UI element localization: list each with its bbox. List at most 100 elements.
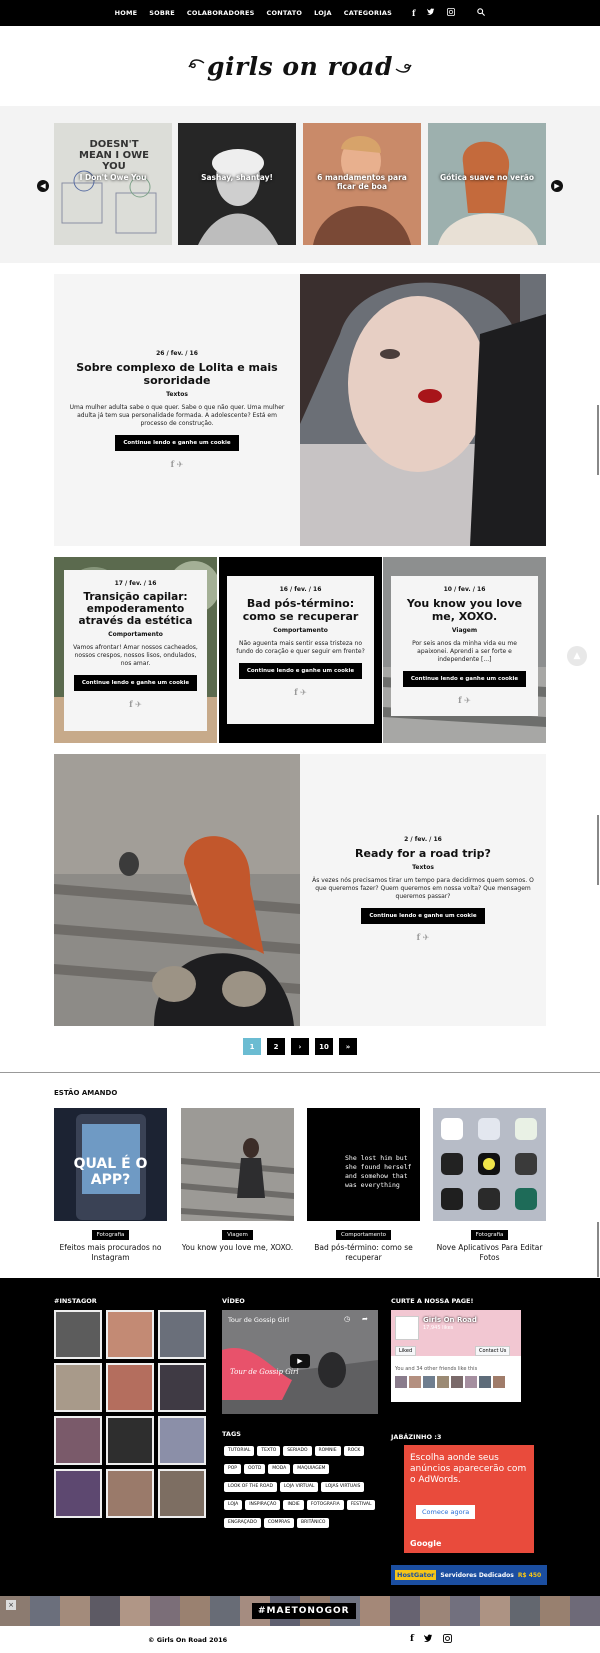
popular-item-4-title[interactable]: Nove Aplicativos Para Editar Fotos: [433, 1243, 546, 1263]
twitter-icon[interactable]: ✈: [464, 696, 471, 705]
post-1-category[interactable]: Textos: [66, 391, 288, 398]
tag-link[interactable]: LOJA: [224, 1500, 243, 1510]
post-3-title[interactable]: Bad pós-término: como se recuperar: [233, 597, 368, 623]
tag-link[interactable]: BRITÂNICO: [297, 1518, 330, 1528]
scrollbar-thumb[interactable]: [597, 405, 599, 475]
tag-link[interactable]: INDIE: [283, 1500, 304, 1510]
tag-link[interactable]: FESTIVAL: [346, 1500, 376, 1510]
tag-link[interactable]: LOOK OF THE ROAD: [224, 1482, 277, 1492]
post-4-category[interactable]: Viagem: [397, 627, 532, 634]
slide-3[interactable]: 6 mandamentos para ficar de boa: [303, 123, 421, 245]
popular-item-3-title[interactable]: Bad pós-término: como se recuperar: [307, 1243, 420, 1263]
tag-link[interactable]: ROMNIE: [314, 1446, 341, 1456]
popular-item-4-tag[interactable]: Fotografia: [470, 1230, 509, 1240]
slide-1[interactable]: DOESN'T MEAN I OWE YOU I Don't Owe You: [54, 123, 172, 245]
tag-link[interactable]: TEXTO: [257, 1446, 281, 1456]
nav-colaboradores[interactable]: COLABORADORES: [187, 9, 255, 17]
popular-item-3[interactable]: She lost him but she found herself and s…: [307, 1108, 420, 1263]
tag-link[interactable]: ROCK: [343, 1446, 365, 1456]
tag-link[interactable]: INSPIRAÇÃO: [245, 1500, 281, 1510]
facebook-icon[interactable]: f: [171, 459, 174, 469]
facebook-icon[interactable]: f: [410, 1634, 414, 1646]
slider-next-button[interactable]: ▶: [551, 180, 563, 192]
play-icon[interactable]: ▶: [290, 1354, 310, 1368]
popular-item-2-tag[interactable]: Viagem: [222, 1230, 253, 1240]
post-3-category[interactable]: Comportamento: [233, 627, 368, 634]
facebook-icon[interactable]: f: [458, 695, 461, 705]
instagram-icon[interactable]: [442, 1634, 452, 1646]
twitter-icon[interactable]: ✈: [300, 688, 307, 697]
post-2-read-more-button[interactable]: Continue lendo e ganhe um cookie: [73, 675, 198, 691]
ad-cta-button[interactable]: Comece agora: [416, 1505, 476, 1519]
last-page-button[interactable]: »: [339, 1038, 357, 1055]
post-1-read-more-button[interactable]: Continue lendo e ganhe um cookie: [115, 435, 239, 451]
facebook-contact-button[interactable]: Contact Us: [475, 1346, 511, 1356]
search-icon[interactable]: [477, 8, 486, 18]
post-4-read-more-button[interactable]: Continue lendo e ganhe um cookie: [402, 671, 527, 687]
tag-link[interactable]: COMPRAS: [263, 1518, 295, 1528]
nav-sobre[interactable]: SOBRE: [149, 9, 175, 17]
tag-link[interactable]: FOTOGRAFIA: [306, 1500, 344, 1510]
post-5-read-more-button[interactable]: Continue lendo e ganhe um cookie: [361, 908, 485, 924]
next-page-button[interactable]: ›: [291, 1038, 309, 1055]
instagram-photo[interactable]: [54, 1310, 102, 1359]
page-1-button[interactable]: 1: [243, 1038, 261, 1055]
post-5-title[interactable]: Ready for a road trip?: [312, 847, 534, 860]
tag-link[interactable]: ENGRAÇADO: [224, 1518, 261, 1528]
site-logo[interactable]: girls on road: [0, 26, 600, 106]
tag-link[interactable]: TUTORIAL: [224, 1446, 255, 1456]
tag-link[interactable]: SERIADO: [283, 1446, 312, 1456]
scroll-top-button[interactable]: ▲: [567, 646, 587, 666]
post-1-image[interactable]: [300, 274, 546, 546]
post-5-category[interactable]: Textos: [312, 864, 534, 871]
scrollbar-thumb[interactable]: [597, 815, 599, 885]
twitter-icon[interactable]: ✈: [135, 700, 142, 709]
tag-link[interactable]: MODA: [268, 1464, 291, 1474]
twitter-icon[interactable]: [423, 1634, 433, 1646]
twitter-icon[interactable]: ✈: [423, 933, 430, 942]
instagram-icon[interactable]: [447, 8, 456, 18]
popular-item-2-title[interactable]: You know you love me, XOXO.: [181, 1243, 294, 1253]
slider-prev-button[interactable]: ◀: [37, 180, 49, 192]
post-5-image[interactable]: [54, 754, 300, 1026]
slide-4[interactable]: Gótica suave no verão: [428, 123, 546, 245]
facebook-icon[interactable]: f: [412, 8, 415, 18]
instagram-photo[interactable]: [54, 1363, 102, 1412]
scrollbar-thumb[interactable]: [597, 1222, 599, 1277]
instagram-photo[interactable]: [158, 1310, 206, 1359]
page-2-button[interactable]: 2: [267, 1038, 285, 1055]
facebook-liked-button[interactable]: Liked: [395, 1346, 417, 1356]
instagram-photo[interactable]: [158, 1416, 206, 1465]
nav-loja[interactable]: LOJA: [314, 9, 332, 17]
facebook-page-widget[interactable]: Girls On Road 17,945 likes Liked Contact…: [391, 1310, 521, 1402]
popular-item-2-image[interactable]: [181, 1108, 294, 1221]
facebook-icon[interactable]: f: [129, 699, 132, 709]
tag-link[interactable]: LOJA VIRTUAL: [279, 1482, 319, 1492]
twitter-icon[interactable]: ✈: [177, 460, 184, 469]
share-icon[interactable]: ➦: [362, 1315, 368, 1323]
nav-home[interactable]: HOME: [115, 9, 138, 17]
popular-item-1-title[interactable]: Efeitos mais procurados no Instagram: [54, 1243, 167, 1263]
hostgator-banner[interactable]: HostGator Servidores Dedicados R$ 450: [391, 1565, 547, 1585]
nav-contato[interactable]: CONTATO: [267, 9, 303, 17]
instagram-photo[interactable]: [54, 1469, 102, 1518]
popular-item-1-tag[interactable]: Fotografia: [91, 1230, 130, 1240]
popular-item-4[interactable]: Fotografia Nove Aplicativos Para Editar …: [433, 1108, 546, 1263]
post-2-title[interactable]: Transição capilar: empoderamento através…: [70, 591, 201, 627]
facebook-icon[interactable]: f: [417, 932, 420, 942]
popular-item-3-image[interactable]: She lost him but she found herself and s…: [307, 1108, 420, 1221]
clock-icon[interactable]: ◷: [344, 1315, 350, 1323]
popular-item-3-tag[interactable]: Comportamento: [336, 1230, 391, 1240]
popular-item-1[interactable]: QUAL É O APP? Fotografia Efeitos mais pr…: [54, 1108, 167, 1263]
instagram-photo[interactable]: [106, 1310, 154, 1359]
tag-link[interactable]: POP: [224, 1464, 241, 1474]
tag-link[interactable]: OOTD: [243, 1464, 266, 1474]
post-2-category[interactable]: Comportamento: [70, 631, 201, 638]
post-3-read-more-button[interactable]: Continue lendo e ganhe um cookie: [238, 663, 363, 679]
tag-link[interactable]: MAQUIAGEM: [293, 1464, 330, 1474]
page-10-button[interactable]: 10: [315, 1038, 333, 1055]
facebook-icon[interactable]: f: [294, 687, 297, 697]
instagram-photo[interactable]: [54, 1416, 102, 1465]
twitter-icon[interactable]: [427, 8, 435, 18]
slide-2[interactable]: Sashay, shantay!: [178, 123, 296, 245]
